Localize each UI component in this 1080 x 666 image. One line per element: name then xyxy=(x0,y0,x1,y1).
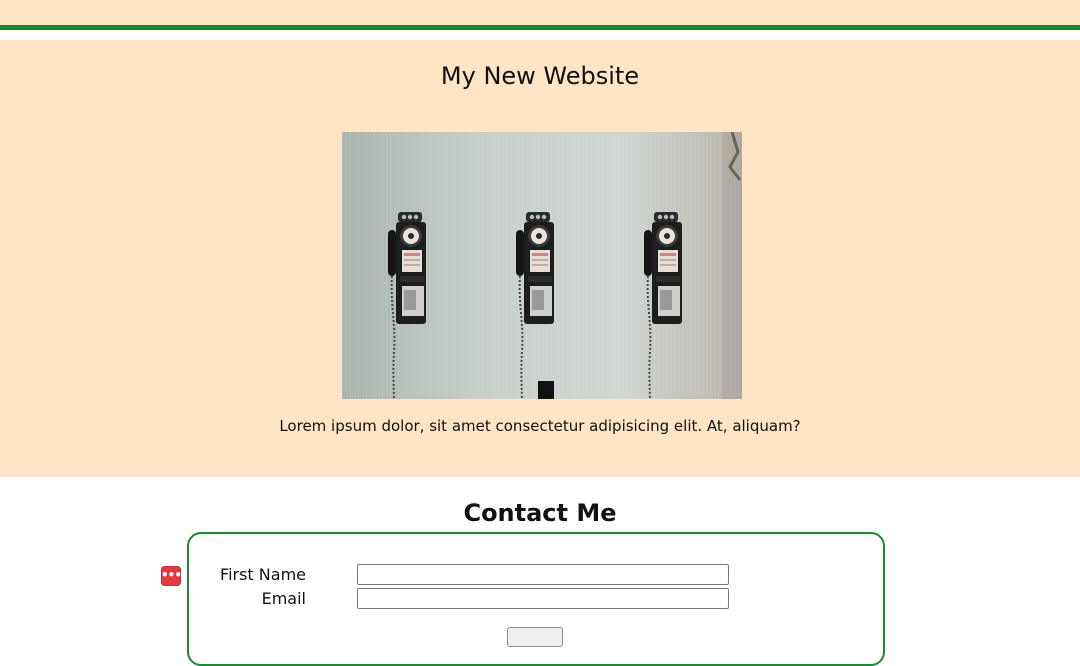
site-title: My New Website xyxy=(440,62,640,90)
first-name-input[interactable] xyxy=(357,564,729,585)
email-input[interactable] xyxy=(357,588,729,609)
password-manager-icon[interactable]: •••| xyxy=(161,566,185,586)
contact-title: Contact Me xyxy=(463,499,617,527)
top-divider-gap xyxy=(0,30,1080,40)
email-label: Email xyxy=(261,589,306,608)
first-name-label: First Name xyxy=(220,565,306,584)
submit-button[interactable] xyxy=(507,627,563,647)
hero-image xyxy=(342,132,742,399)
hero-caption: Lorem ipsum dolor, sit amet consectetur … xyxy=(279,417,801,435)
